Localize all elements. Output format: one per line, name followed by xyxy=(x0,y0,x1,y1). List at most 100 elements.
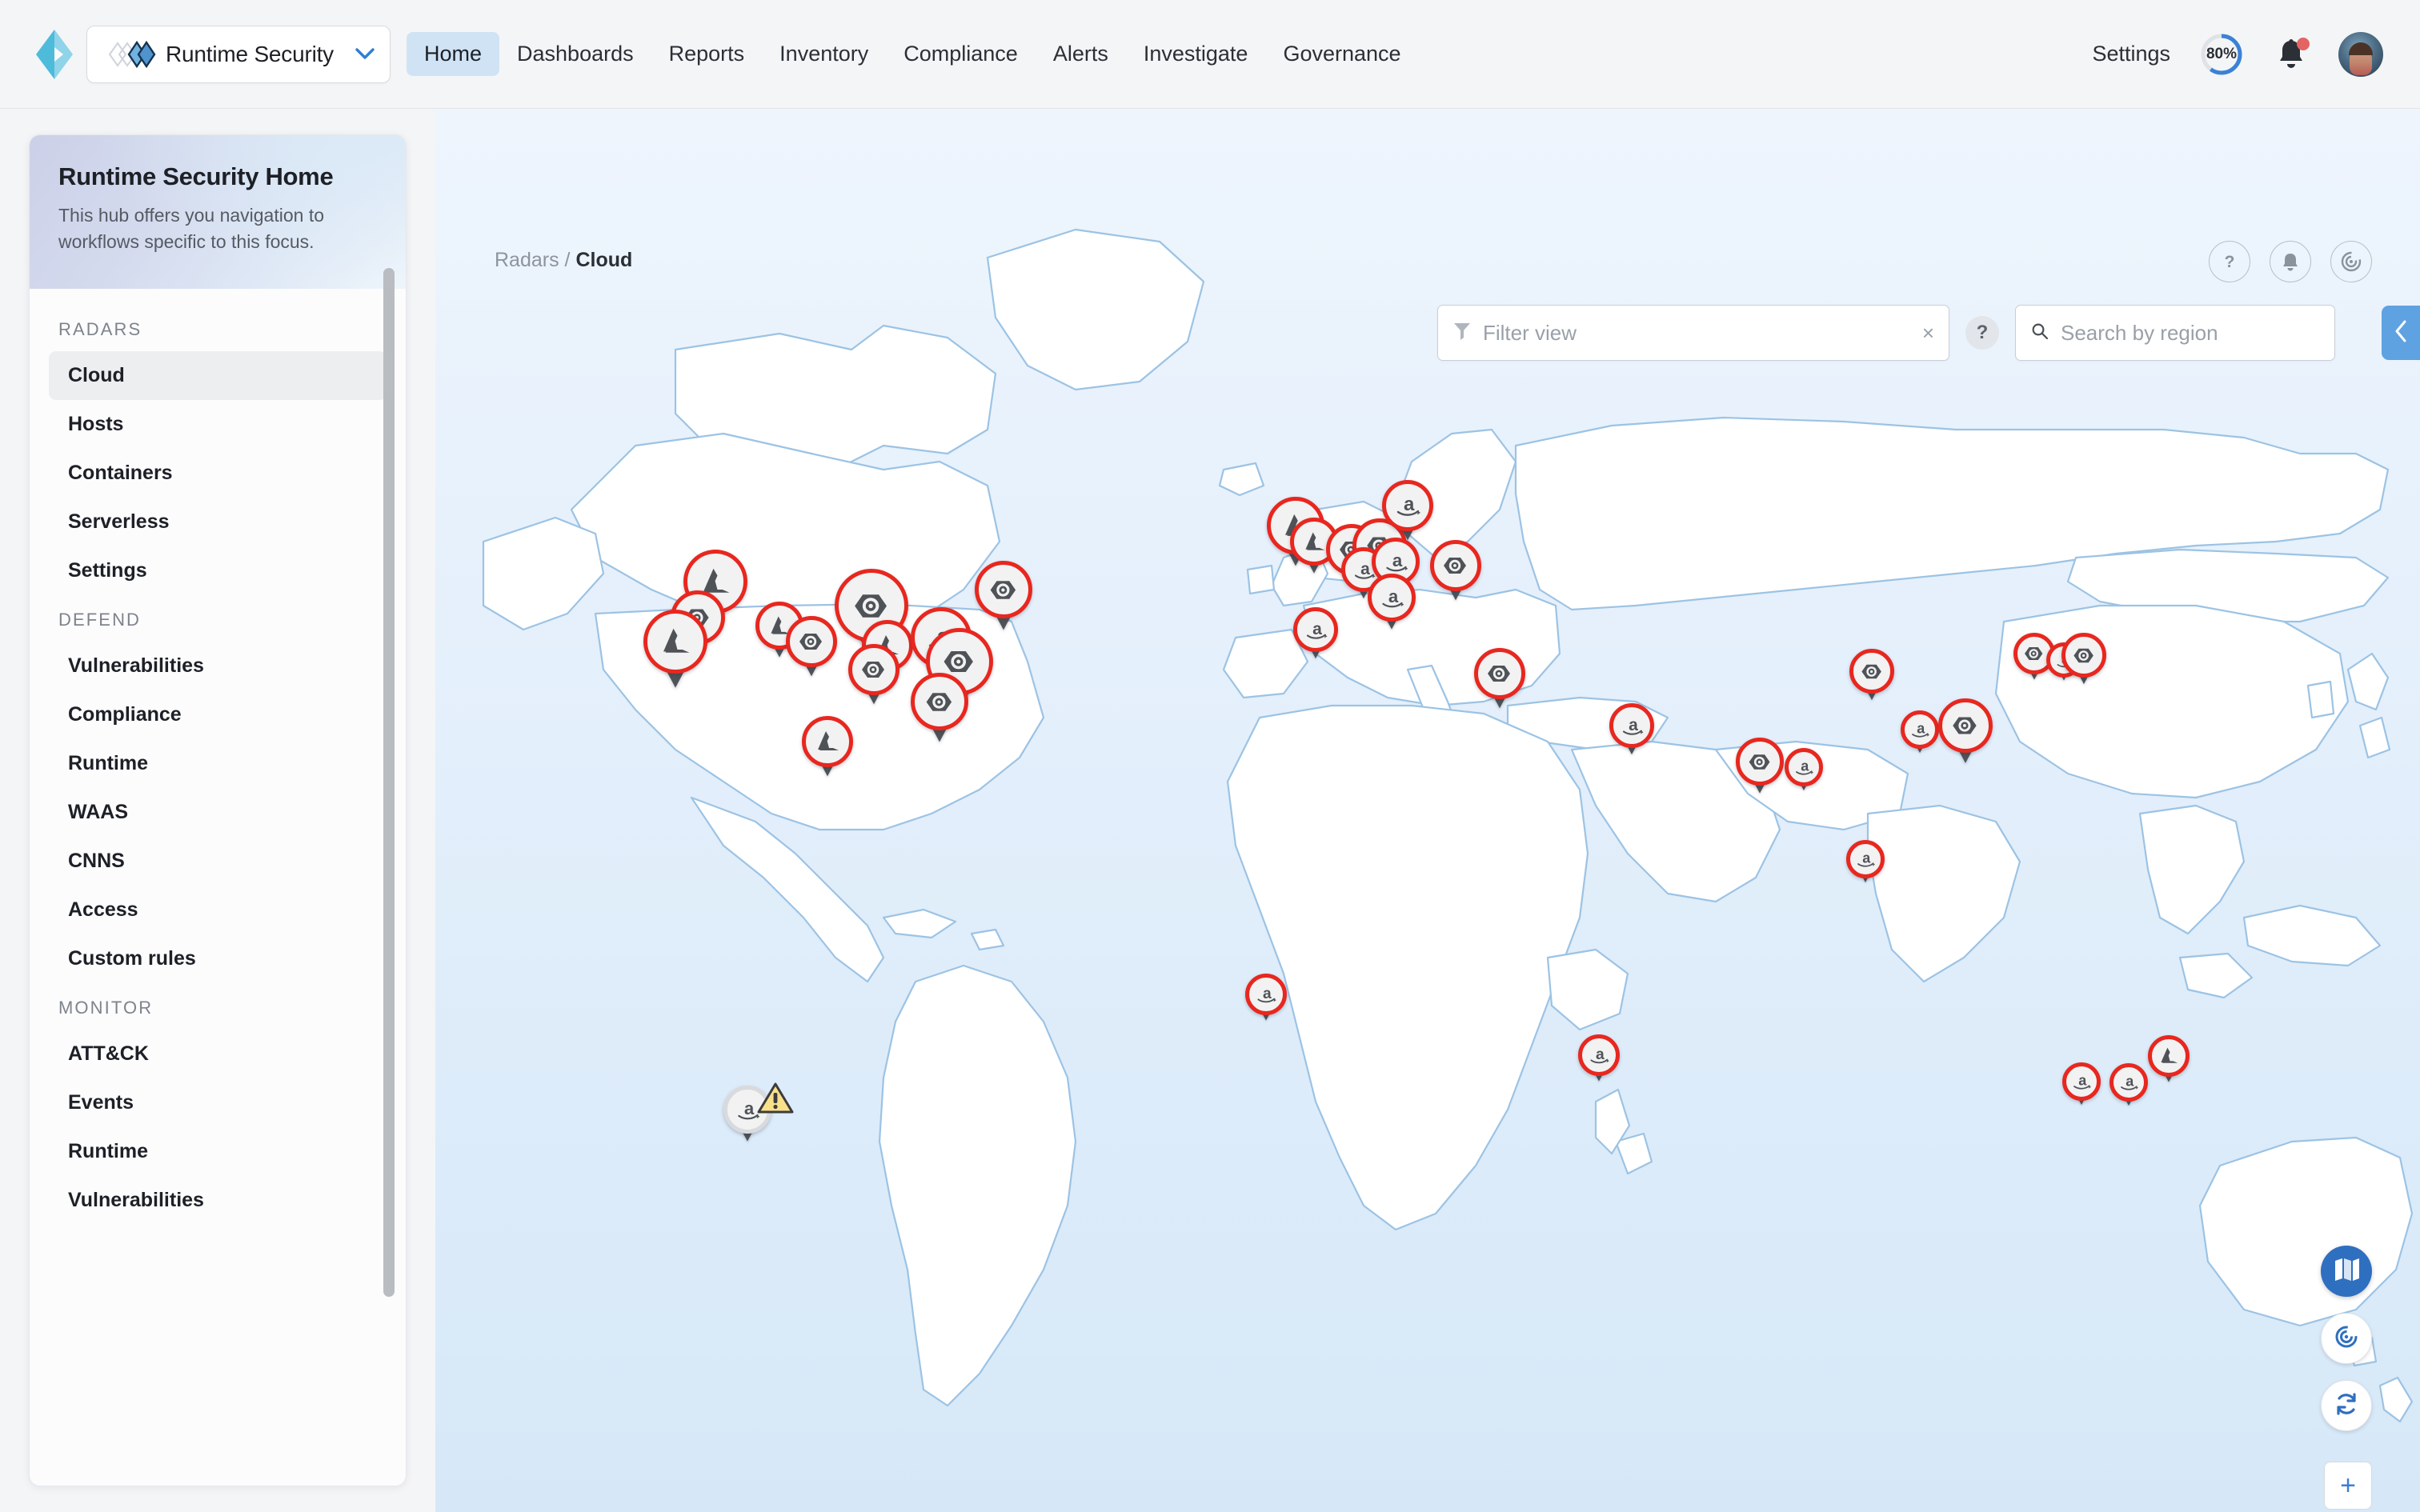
map-search-row: Filter view × ? Search by region xyxy=(1437,305,2335,361)
notification-bell-icon[interactable] xyxy=(2273,36,2310,73)
map-marker-gcp[interactable] xyxy=(1938,698,1993,753)
search-region-input[interactable]: Search by region xyxy=(2015,305,2335,361)
sidebar-item-custom-rules[interactable]: Custom rules xyxy=(49,934,387,983)
help-icon[interactable]: ? xyxy=(2209,241,2250,282)
runtime-security-glyph-icon xyxy=(100,38,166,70)
sidebar-group-radars: RADARS xyxy=(30,305,406,351)
map-marker-gcp[interactable] xyxy=(1474,648,1525,699)
settings-link[interactable]: Settings xyxy=(2092,42,2170,66)
nav-item-alerts[interactable]: Alerts xyxy=(1036,32,1126,76)
clear-filter-icon[interactable]: × xyxy=(1922,321,1934,346)
map-marker-aws[interactable]: a xyxy=(1609,703,1654,748)
svg-text:a: a xyxy=(1917,721,1925,737)
alert-bell-icon[interactable] xyxy=(2270,241,2311,282)
nav-item-compliance[interactable]: Compliance xyxy=(886,32,1036,76)
map-header-actions: ? xyxy=(2209,241,2372,282)
map-marker-aws[interactable]: a xyxy=(1368,574,1416,622)
svg-text:a: a xyxy=(1388,586,1398,606)
chevron-down-icon[interactable] xyxy=(355,45,375,64)
sidebar-item-attack[interactable]: ATT&CK xyxy=(49,1030,387,1078)
usage-gauge[interactable]: 80% xyxy=(2199,32,2244,77)
breadcrumb-parent[interactable]: Radars xyxy=(495,249,559,271)
filter-view-input[interactable]: Filter view × xyxy=(1437,305,1949,361)
filter-help-icon[interactable]: ? xyxy=(1965,316,1999,350)
map-marker-azure[interactable] xyxy=(802,716,853,767)
svg-text:a: a xyxy=(1862,850,1871,866)
gcp-logo-icon xyxy=(1430,540,1481,591)
map-marker-aws[interactable]: a xyxy=(2062,1062,2101,1101)
sidebar-item-cnns[interactable]: CNNS xyxy=(49,837,387,886)
nav-item-home[interactable]: Home xyxy=(407,32,499,76)
gcp-logo-icon xyxy=(848,644,899,695)
context-switcher[interactable]: Runtime Security xyxy=(86,26,391,83)
aws-logo-icon: a xyxy=(1609,703,1654,748)
svg-text:a: a xyxy=(1596,1046,1605,1063)
nav-item-dashboards[interactable]: Dashboards xyxy=(499,32,651,76)
sidebar-item-cloud[interactable]: Cloud xyxy=(49,351,387,400)
aws-logo-icon: a xyxy=(1382,480,1433,531)
map-marker-aws[interactable]: a xyxy=(1785,748,1823,786)
sidebar: Runtime Security Home This hub offers yo… xyxy=(29,134,407,1486)
map-view-toggle-button[interactable] xyxy=(2321,1246,2372,1297)
sidebar-item-serverless[interactable]: Serverless xyxy=(49,498,387,546)
refresh-button[interactable] xyxy=(2321,1380,2372,1431)
sidebar-item-settings[interactable]: Settings xyxy=(49,546,387,595)
radar-icon[interactable] xyxy=(2330,241,2372,282)
radar-view-button[interactable] xyxy=(2321,1313,2372,1364)
map-marker-gcp[interactable] xyxy=(786,616,837,667)
sidebar-group-monitor: MONITOR xyxy=(30,983,406,1030)
top-bar-actions: Settings 80% xyxy=(2092,32,2420,77)
map-marker-azure[interactable] xyxy=(643,610,707,674)
sidebar-item-monitor-runtime[interactable]: Runtime xyxy=(49,1127,387,1176)
nav-item-reports[interactable]: Reports xyxy=(651,32,763,76)
sidebar-item-hosts[interactable]: Hosts xyxy=(49,400,387,449)
zoom-in-button[interactable]: + xyxy=(2324,1462,2372,1510)
nav-item-inventory[interactable]: Inventory xyxy=(762,32,886,76)
map-marker-gcp[interactable] xyxy=(848,644,899,695)
aws-logo-icon: a xyxy=(1578,1034,1620,1076)
cloud-radar-map[interactable]: Radars / Cloud ? Filter view xyxy=(435,110,2420,1512)
map-marker-aws[interactable]: a xyxy=(1901,710,1939,749)
context-switcher-label: Runtime Security xyxy=(166,42,355,67)
sidebar-item-access[interactable]: Access xyxy=(49,886,387,934)
breadcrumb-separator: / xyxy=(565,249,571,271)
map-marker-aws[interactable]: a xyxy=(1293,607,1338,652)
user-avatar[interactable] xyxy=(2338,32,2383,77)
sidebar-item-events[interactable]: Events xyxy=(49,1078,387,1127)
sidebar-item-monitor-vulnerabilities[interactable]: Vulnerabilities xyxy=(49,1176,387,1225)
warning-triangle-icon[interactable] xyxy=(756,1081,795,1120)
gcp-logo-icon xyxy=(1849,649,1894,694)
top-bar: Runtime Security Home Dashboards Reports… xyxy=(0,0,2420,109)
map-marker-gcp[interactable] xyxy=(1430,540,1481,591)
map-marker-gcp[interactable] xyxy=(975,561,1032,618)
map-marker-gcp[interactable] xyxy=(2061,633,2106,678)
sidebar-item-waas[interactable]: WAAS xyxy=(49,788,387,837)
sidebar-item-containers[interactable]: Containers xyxy=(49,449,387,498)
sidebar-item-compliance[interactable]: Compliance xyxy=(49,690,387,739)
map-marker-aws[interactable]: a xyxy=(1578,1034,1620,1076)
map-marker-azure[interactable] xyxy=(2148,1035,2190,1077)
map-marker-gcp[interactable] xyxy=(1736,738,1784,786)
sidebar-item-vulnerabilities[interactable]: Vulnerabilities xyxy=(49,642,387,690)
map-marker-gcp[interactable] xyxy=(1849,649,1894,694)
azure-logo-icon xyxy=(643,610,707,674)
nav-item-investigate[interactable]: Investigate xyxy=(1126,32,1266,76)
svg-text:a: a xyxy=(2126,1074,2134,1090)
gcp-logo-icon xyxy=(911,673,968,730)
sidebar-group-defend: DEFEND xyxy=(30,595,406,642)
map-icon xyxy=(2333,1257,2360,1286)
filter-view-placeholder: Filter view xyxy=(1483,321,1922,346)
aws-logo-icon: a xyxy=(1245,974,1287,1015)
prisma-cloud-logo[interactable] xyxy=(30,30,78,79)
sidebar-item-runtime[interactable]: Runtime xyxy=(49,739,387,788)
map-marker-gcp[interactable] xyxy=(911,673,968,730)
nav-item-governance[interactable]: Governance xyxy=(1265,32,1418,76)
sidebar-scrollbar[interactable] xyxy=(383,268,395,1297)
search-region-placeholder: Search by region xyxy=(2061,321,2218,346)
collapse-panel-button[interactable] xyxy=(2382,306,2420,360)
map-marker-aws[interactable]: a xyxy=(1846,840,1885,878)
map-marker-aws[interactable]: a xyxy=(1382,480,1433,531)
svg-text:a: a xyxy=(1629,715,1638,734)
map-marker-aws[interactable]: a xyxy=(1245,974,1287,1015)
map-marker-aws[interactable]: a xyxy=(2109,1063,2148,1102)
